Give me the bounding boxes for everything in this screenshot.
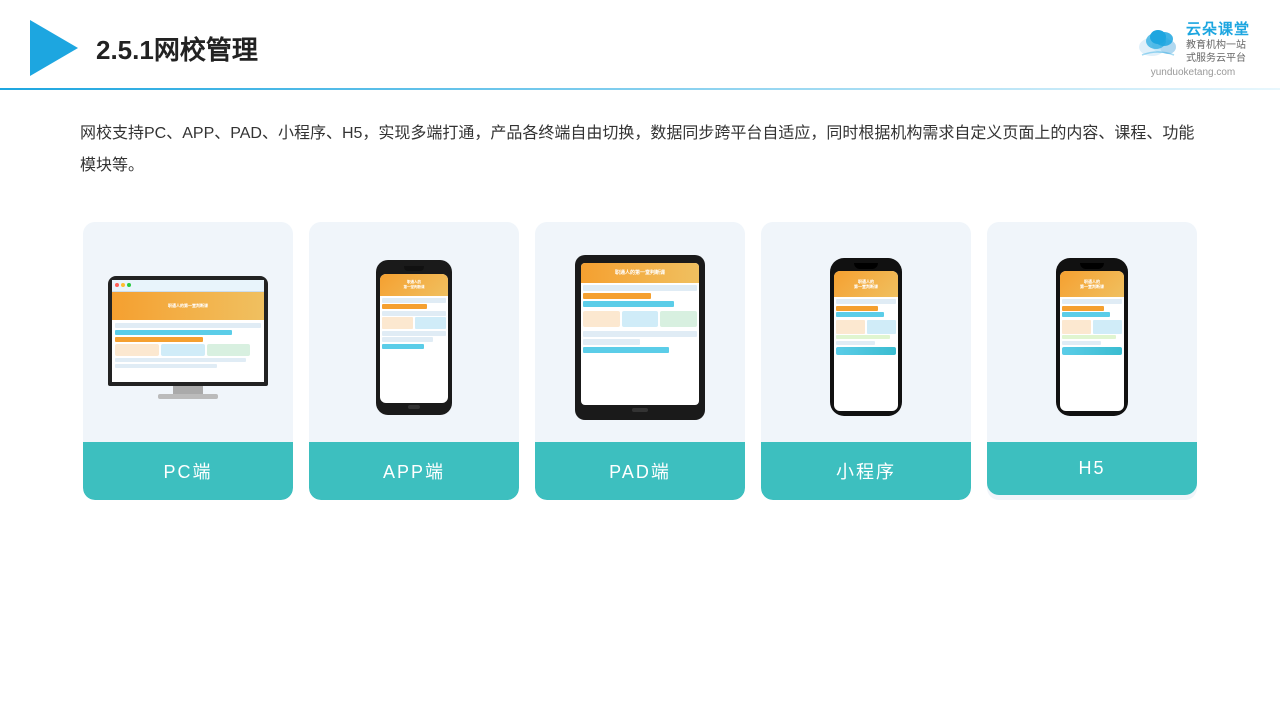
miniprogram-label: 小程序 <box>761 442 971 500</box>
header: 2.5.1网校管理 云朵课堂 教育机构一站式服务云平台 yunduoketang… <box>0 0 1280 78</box>
pad-card: 职通人的第一堂判断课 <box>535 222 745 500</box>
phone-mockup: 职通人的第一堂判断课 <box>376 260 452 415</box>
miniprogram-image-area: 职通人的第一堂判断课 <box>761 222 971 442</box>
pc-screen-content: 职通人的第一堂判断课 <box>112 280 264 382</box>
phone-tall-notch <box>854 263 878 269</box>
brand-text: 云朵课堂 教育机构一站式服务云平台 <box>1186 18 1250 65</box>
pc-stand <box>173 386 203 394</box>
logo-triangle-icon <box>30 20 78 76</box>
tablet-home-btn <box>632 408 648 412</box>
description-paragraph: 网校支持PC、APP、PAD、小程序、H5，实现多端打通，产品各终端自由切换，数… <box>80 118 1200 182</box>
header-left: 2.5.1网校管理 <box>30 20 258 76</box>
phone-screen: 职通人的第一堂判断课 <box>380 274 448 403</box>
phone-notch <box>404 266 424 271</box>
h5-label: H5 <box>987 442 1197 495</box>
description-text: 网校支持PC、APP、PAD、小程序、H5，实现多端打通，产品各终端自由切换，数… <box>0 90 1280 192</box>
header-right: 云朵课堂 教育机构一站式服务云平台 yunduoketang.com <box>1136 18 1250 78</box>
h5-image-area: 职通人的第一堂判断课 <box>987 222 1197 442</box>
pc-card: 职通人的第一堂判断课 <box>83 222 293 500</box>
brand-slogan: 教育机构一站式服务云平台 <box>1186 39 1250 65</box>
brand-name: 云朵课堂 <box>1186 18 1250 39</box>
app-card: 职通人的第一堂判断课 <box>309 222 519 500</box>
h5-phone-notch <box>1080 263 1104 269</box>
app-label: APP端 <box>309 442 519 500</box>
phone-tall-mockup: 职通人的第一堂判断课 <box>830 258 902 416</box>
phone-tall-screen: 职通人的第一堂判断课 <box>834 271 898 411</box>
pc-base <box>158 394 218 399</box>
pc-image-area: 职通人的第一堂判断课 <box>83 222 293 442</box>
pc-screen-frame: 职通人的第一堂判断课 <box>108 276 268 386</box>
tablet-screen: 职通人的第一堂判断课 <box>581 263 699 405</box>
h5-card: 职通人的第一堂判断课 <box>987 222 1197 500</box>
pad-image-area: 职通人的第一堂判断课 <box>535 222 745 442</box>
tablet-mockup: 职通人的第一堂判断课 <box>575 255 705 420</box>
cloud-icon <box>1136 27 1180 57</box>
phone-home-btn <box>408 405 420 409</box>
brand-logo: 云朵课堂 教育机构一站式服务云平台 <box>1136 18 1250 65</box>
platform-cards: 职通人的第一堂判断课 <box>0 192 1280 530</box>
pad-label: PAD端 <box>535 442 745 500</box>
h5-phone-screen: 职通人的第一堂判断课 <box>1060 271 1124 411</box>
miniprogram-card: 职通人的第一堂判断课 <box>761 222 971 500</box>
h5-phone-mockup: 职通人的第一堂判断课 <box>1056 258 1128 416</box>
page-title: 2.5.1网校管理 <box>96 30 258 67</box>
pc-mockup: 职通人的第一堂判断课 <box>108 276 268 399</box>
app-image-area: 职通人的第一堂判断课 <box>309 222 519 442</box>
brand-url: yunduoketang.com <box>1151 67 1236 78</box>
pc-label: PC端 <box>83 442 293 500</box>
